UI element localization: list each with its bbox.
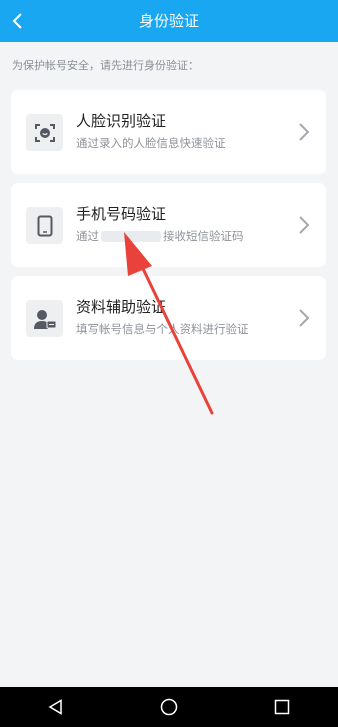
- option-title: 人脸识别验证: [76, 112, 167, 130]
- face-scan-icon: [26, 114, 63, 151]
- nav-home-button[interactable]: [149, 687, 189, 727]
- square-recents-icon: [274, 699, 289, 715]
- chevron-right-icon: [299, 309, 310, 327]
- system-navigation-bar: [0, 687, 338, 727]
- page-title: 身份验证: [138, 12, 199, 30]
- info-verification-option[interactable]: 资料辅助验证 填写帐号信息与个人资料进行验证: [11, 276, 326, 360]
- option-subtitle: 填写帐号信息与个人资料进行验证: [76, 322, 249, 336]
- instruction-text: 为保护帐号安全，请先进行身份验证：: [12, 59, 199, 72]
- option-title: 资料辅助验证: [76, 298, 167, 316]
- circle-home-icon: [160, 698, 178, 716]
- chevron-right-icon: [299, 123, 310, 141]
- header-bar: 身份验证: [0, 0, 338, 42]
- phone-verification-option[interactable]: 手机号码验证 通过 接收短信验证码: [11, 183, 326, 267]
- nav-recents-button[interactable]: [262, 687, 302, 727]
- subtitle-suffix: 接收短信验证码: [163, 229, 244, 243]
- redacted-phone-number: [101, 231, 161, 242]
- option-title: 手机号码验证: [76, 205, 167, 223]
- subtitle-prefix: 通过: [76, 229, 99, 243]
- nav-back-button[interactable]: [36, 687, 76, 727]
- option-subtitle: 通过录入的人脸信息快速验证: [76, 136, 226, 150]
- id-card-icon: [26, 300, 63, 337]
- chevron-right-icon: [299, 216, 310, 234]
- phone-icon: [26, 207, 63, 244]
- option-subtitle: 通过 接收短信验证码: [76, 228, 244, 244]
- triangle-back-icon: [48, 699, 63, 715]
- face-verification-option[interactable]: 人脸识别验证 通过录入的人脸信息快速验证: [11, 90, 326, 174]
